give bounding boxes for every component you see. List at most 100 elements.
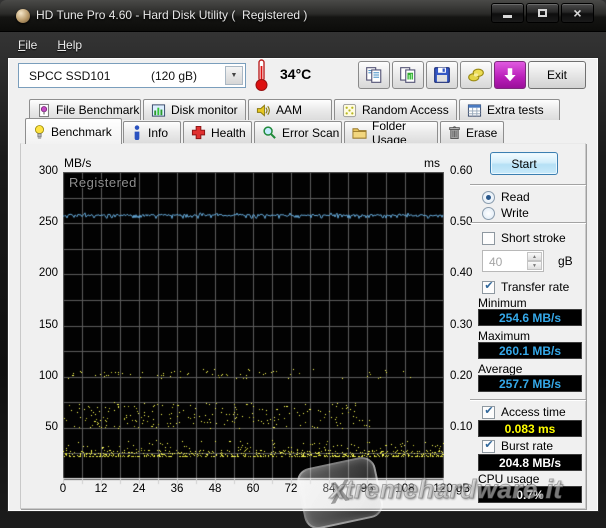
close-icon: × bbox=[573, 6, 581, 20]
menu-help[interactable]: Help bbox=[47, 34, 92, 56]
tab-health[interactable]: Health bbox=[183, 121, 252, 143]
download-button[interactable] bbox=[494, 61, 526, 89]
x-axis-tick: 60 bbox=[238, 483, 268, 495]
check-icon: ✔ bbox=[484, 281, 493, 292]
access-time-label: Access time bbox=[501, 405, 566, 419]
folder-icon bbox=[352, 125, 367, 140]
x-axis-tick: 36 bbox=[162, 483, 192, 495]
tab-extra-tests[interactable]: Extra tests bbox=[459, 99, 560, 120]
y-axis-tick-left: 50 bbox=[24, 421, 58, 433]
tab-erase[interactable]: Erase bbox=[440, 121, 504, 143]
maximum-label: Maximum bbox=[478, 329, 530, 343]
capacity-unit: gB bbox=[558, 254, 573, 268]
short-stroke-label: Short stroke bbox=[501, 231, 566, 245]
write-radio[interactable] bbox=[482, 207, 495, 220]
cpu-usage-label: CPU usage bbox=[478, 472, 539, 486]
x-axis-tick: 48 bbox=[200, 483, 230, 495]
tab-folder-usage[interactable]: Folder Usage bbox=[344, 121, 438, 143]
table-chart-icon bbox=[467, 103, 482, 118]
separator bbox=[470, 399, 586, 401]
short-stroke-checkbox[interactable]: ✔ bbox=[482, 232, 495, 245]
maximize-button[interactable] bbox=[526, 3, 559, 23]
access-time-checkbox[interactable]: ✔ bbox=[482, 406, 495, 419]
y-axis-tick-left: 150 bbox=[24, 319, 58, 331]
y-axis-tick-left: 200 bbox=[24, 267, 58, 279]
menu-file[interactable]: File bbox=[8, 34, 47, 56]
temperature-value: 34°C bbox=[280, 66, 311, 82]
x-axis-tick: 72 bbox=[276, 483, 306, 495]
minimum-label: Minimum bbox=[478, 296, 527, 310]
check-icon: ✔ bbox=[484, 440, 493, 451]
separator bbox=[470, 222, 586, 224]
capacity-value: 40 bbox=[489, 255, 502, 269]
speaker-icon bbox=[256, 103, 271, 118]
tab-disk-monitor[interactable]: Disk monitor bbox=[143, 99, 246, 120]
y-axis-tick-right: 0.60 bbox=[450, 165, 472, 177]
transfer-rate-checkbox[interactable]: ✔ bbox=[482, 281, 495, 294]
spinner-up-icon[interactable]: ▲ bbox=[527, 252, 542, 261]
titlebar: HD Tune Pro 4.60 - Hard Disk Utility ( R… bbox=[0, 0, 606, 32]
burst-rate-value: 204.8 MB/s bbox=[478, 454, 582, 471]
capacity-spinner[interactable]: 40 ▲ ▼ bbox=[482, 250, 544, 272]
access-time-value: 0.083 ms bbox=[478, 420, 582, 437]
maximize-icon bbox=[538, 9, 547, 17]
window-title: HD Tune Pro 4.60 - Hard Disk Utility ( R… bbox=[36, 8, 307, 22]
tab-benchmark[interactable]: Benchmark bbox=[25, 118, 122, 144]
copy-icon bbox=[365, 66, 383, 84]
tab-error-scan[interactable]: Error Scan bbox=[254, 121, 342, 143]
tab-file-benchmark[interactable]: File Benchmark bbox=[29, 99, 141, 120]
red-cross-icon bbox=[191, 125, 206, 140]
y-axis-tick-right: 0.40 bbox=[450, 267, 472, 279]
options-button[interactable] bbox=[460, 61, 492, 89]
file-bulb-icon bbox=[37, 103, 51, 118]
burst-rate-checkbox[interactable]: ✔ bbox=[482, 440, 495, 453]
dice-icon bbox=[342, 103, 357, 118]
separator bbox=[470, 184, 586, 186]
benchmark-chart-canvas bbox=[63, 172, 444, 485]
minimize-icon bbox=[503, 15, 512, 18]
read-radio[interactable] bbox=[482, 191, 495, 204]
hands-icon bbox=[467, 66, 485, 84]
y-axis-tick-left: 100 bbox=[24, 370, 58, 382]
cpu-usage-value: 0.7% bbox=[478, 486, 582, 503]
close-button[interactable]: × bbox=[561, 3, 594, 23]
spinner-down-icon[interactable]: ▼ bbox=[527, 261, 542, 270]
read-label: Read bbox=[501, 190, 530, 204]
thermometer-icon bbox=[251, 58, 273, 97]
minimize-button[interactable] bbox=[491, 3, 524, 23]
y-axis-tick-right: 0.30 bbox=[450, 319, 472, 331]
hd-tune-window: HD Tune Pro 4.60 - Hard Disk Utility ( R… bbox=[0, 0, 606, 528]
average-label: Average bbox=[478, 362, 522, 376]
write-label: Write bbox=[501, 206, 529, 220]
download-icon bbox=[501, 66, 519, 84]
average-value: 257.7 MB/s bbox=[478, 375, 582, 392]
tab-random-access[interactable]: Random Access bbox=[334, 99, 457, 120]
x-axis-tick: 12 bbox=[86, 483, 116, 495]
left-axis-unit: MB/s bbox=[64, 156, 91, 170]
tab-info[interactable]: Info bbox=[123, 121, 181, 143]
chevron-down-icon[interactable]: ▼ bbox=[225, 66, 243, 85]
bulb-icon bbox=[33, 124, 46, 140]
app-icon bbox=[16, 9, 30, 23]
bar-chart-icon bbox=[151, 103, 166, 118]
y-axis-tick-left: 250 bbox=[24, 216, 58, 228]
copy-button[interactable] bbox=[358, 61, 390, 89]
magnifier-icon bbox=[262, 125, 277, 140]
tab-aam[interactable]: AAM bbox=[248, 99, 332, 120]
save-button[interactable] bbox=[426, 61, 458, 89]
trash-icon bbox=[448, 125, 461, 140]
check-icon: ✔ bbox=[484, 406, 493, 417]
copy-image-icon bbox=[399, 66, 417, 84]
right-axis-unit: ms bbox=[424, 156, 440, 170]
drive-select-dropdown[interactable]: SPCC SSD101 (120 gB) ▼ bbox=[18, 63, 246, 88]
exit-button[interactable]: Exit bbox=[528, 61, 586, 89]
start-button[interactable]: Start bbox=[490, 152, 558, 175]
menubar: File Help bbox=[8, 32, 598, 57]
x-axis-tick: 96 bbox=[352, 483, 382, 495]
x-axis-unit: gB bbox=[456, 483, 470, 495]
drive-capacity: (120 gB) bbox=[151, 69, 197, 83]
copy-image-button[interactable] bbox=[392, 61, 424, 89]
y-axis-tick-right: 0.10 bbox=[450, 421, 472, 433]
x-axis-tick: 24 bbox=[124, 483, 154, 495]
radio-dot-icon bbox=[486, 195, 491, 200]
